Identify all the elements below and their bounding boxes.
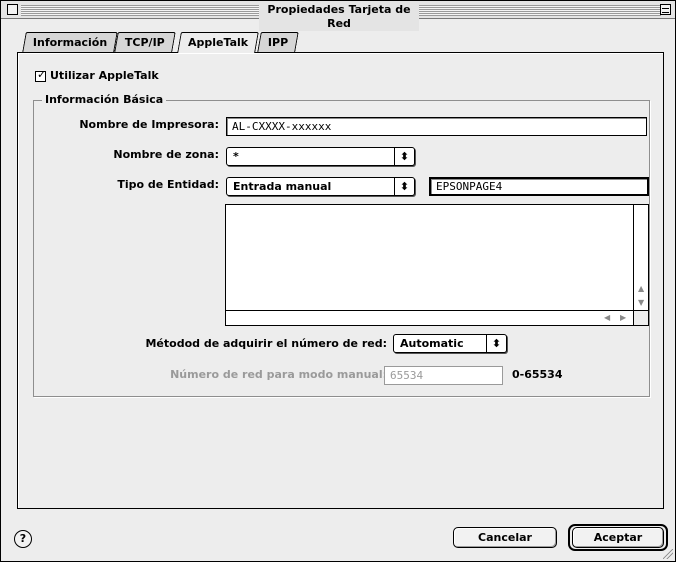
- manual-network-label: Número de red para modo manual:: [170, 368, 387, 381]
- scroll-down-icon[interactable]: ▼: [638, 299, 644, 307]
- entity-type-value: Entrada manual: [233, 180, 332, 193]
- network-method-label: Métodod de adquirir el número de red:: [145, 337, 387, 350]
- window-title: Propiedades Tarjeta de Red: [259, 3, 419, 31]
- basic-info-group-title: Información Básica: [42, 93, 167, 106]
- title-bar-stripes-right: [419, 5, 661, 16]
- popup-arrows-icon: ⬍: [486, 335, 506, 352]
- vertical-scrollbar[interactable]: ▲ ▼: [633, 205, 648, 311]
- resize-grip-icon[interactable]: [663, 549, 673, 559]
- entity-type-label: Tipo de Entidad:: [117, 178, 219, 191]
- cancel-button[interactable]: Cancelar: [453, 527, 557, 548]
- scroll-up-icon[interactable]: ▲: [638, 285, 644, 293]
- properties-window: Propiedades Tarjeta de Red Información T…: [0, 0, 676, 562]
- scroll-left-icon[interactable]: ◀: [604, 314, 610, 322]
- title-bar[interactable]: Propiedades Tarjeta de Red: [1, 1, 675, 31]
- network-method-popup[interactable]: Automatic ⬍: [393, 334, 507, 353]
- horizontal-scrollbar[interactable]: ◀ ▶: [226, 310, 634, 325]
- network-method-value: Automatic: [400, 337, 464, 350]
- accept-button[interactable]: Aceptar: [572, 527, 664, 548]
- checkmark-icon: ✓: [37, 68, 47, 81]
- tab-informacion[interactable]: Información: [22, 32, 119, 52]
- help-icon[interactable]: ?: [14, 530, 32, 548]
- scroll-corner: [633, 310, 648, 325]
- close-box-icon[interactable]: [7, 4, 18, 15]
- zone-name-popup[interactable]: * ⬍: [226, 147, 415, 166]
- popup-arrows-icon: ⬍: [394, 178, 414, 195]
- use-appletalk-label[interactable]: Utilizar AppleTalk: [50, 69, 159, 82]
- collapse-box-icon[interactable]: [660, 4, 671, 15]
- entity-list[interactable]: ▲ ▼ ◀ ▶: [225, 204, 649, 326]
- manual-network-field[interactable]: 65534: [384, 366, 503, 385]
- entity-type-popup[interactable]: Entrada manual ⬍: [226, 177, 415, 196]
- tab-tcp-ip[interactable]: TCP/IP: [114, 32, 176, 52]
- tab-ipp[interactable]: IPP: [257, 32, 299, 52]
- network-range-label: 0-65534: [512, 368, 563, 381]
- zone-name-value: *: [233, 150, 239, 163]
- printer-name-label: Nombre de Impresora:: [79, 118, 219, 131]
- tab-appletalk[interactable]: AppleTalk: [177, 32, 259, 53]
- zone-name-label: Nombre de zona:: [113, 148, 219, 161]
- scroll-right-icon[interactable]: ▶: [620, 314, 626, 322]
- title-bar-stripes-left: [21, 5, 259, 16]
- popup-arrows-icon: ⬍: [394, 148, 414, 165]
- printer-name-field[interactable]: AL-CXXXX-xxxxxx: [226, 117, 647, 136]
- use-appletalk-checkbox[interactable]: ✓: [35, 68, 47, 82]
- entity-type-field[interactable]: EPSONPAGE4: [429, 177, 649, 196]
